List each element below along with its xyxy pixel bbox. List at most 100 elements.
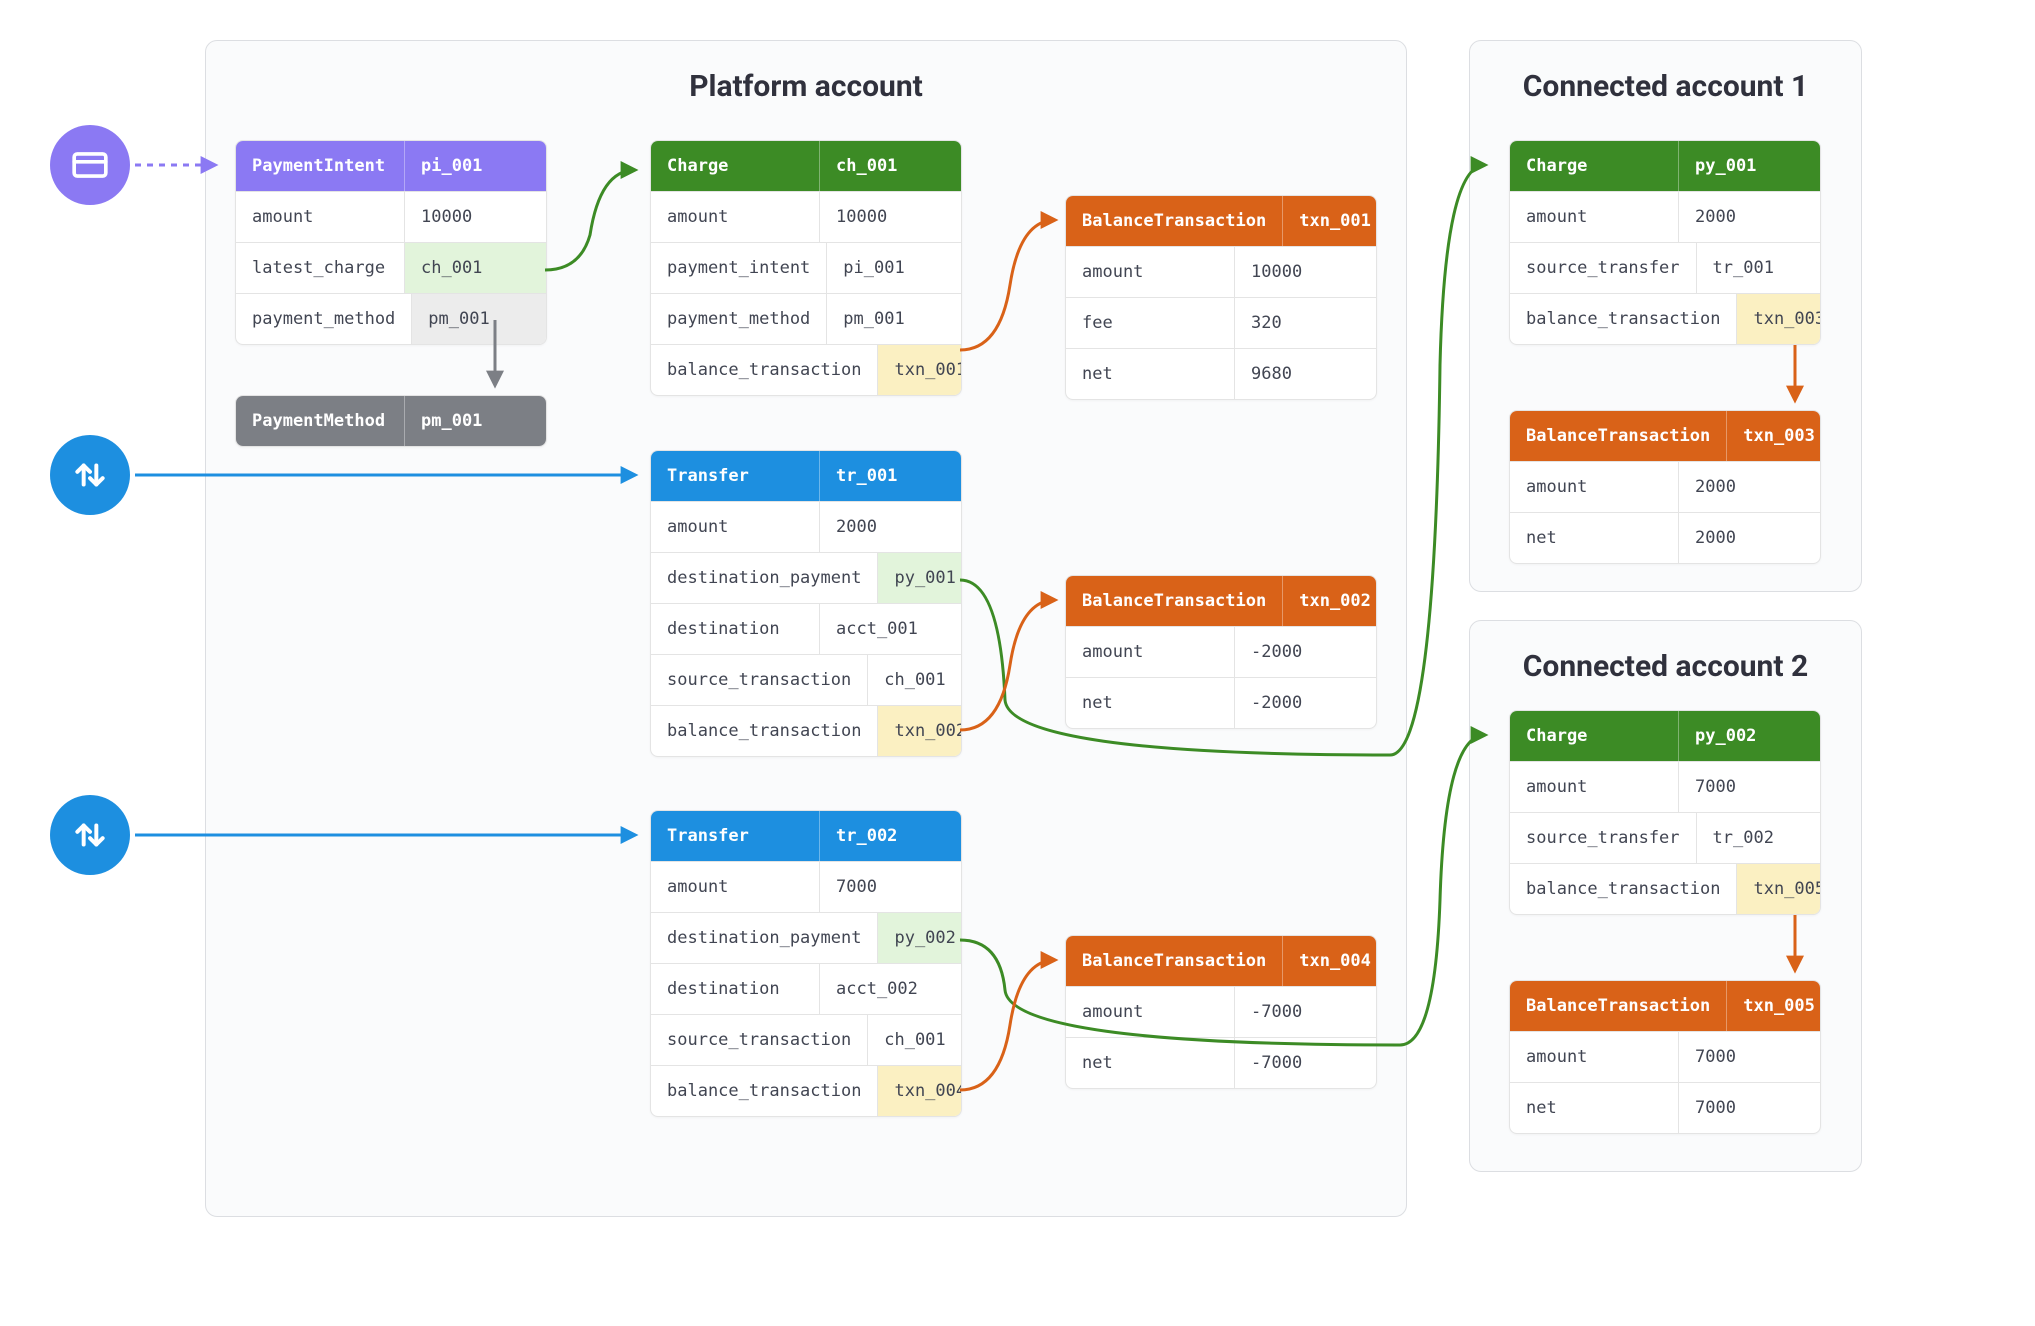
row-value: 2000 xyxy=(819,502,961,552)
row-value: py_002 xyxy=(877,913,962,963)
object-id: pi_001 xyxy=(404,141,546,191)
row-value: ch_001 xyxy=(404,243,546,293)
object-row: fee320 xyxy=(1066,297,1376,348)
row-value: 2000 xyxy=(1678,513,1820,563)
row-key: net xyxy=(1510,513,1678,563)
object-row: amount10000 xyxy=(1066,246,1376,297)
row-value: 7000 xyxy=(1678,762,1820,812)
object-row: payment_intentpi_001 xyxy=(651,242,961,293)
object-row: destination_paymentpy_001 xyxy=(651,552,961,603)
object-row: balance_transactiontxn_005 xyxy=(1510,863,1820,914)
balance-transaction-object: BalanceTransactiontxn_005amount7000net70… xyxy=(1509,980,1821,1134)
row-value: -2000 xyxy=(1234,627,1376,677)
object-type-label: BalanceTransaction xyxy=(1066,576,1282,626)
object-type-label: BalanceTransaction xyxy=(1066,196,1282,246)
object-row: source_transactionch_001 xyxy=(651,1014,961,1065)
object-type-label: Charge xyxy=(1510,141,1678,191)
object-row: balance_transactiontxn_002 xyxy=(651,705,961,756)
charge-object: Chargepy_002amount7000source_transfertr_… xyxy=(1509,710,1821,915)
object-row: amount-2000 xyxy=(1066,626,1376,677)
row-value: 320 xyxy=(1234,298,1376,348)
balance-transaction-object: BalanceTransactiontxn_004amount-7000net-… xyxy=(1065,935,1377,1089)
row-value: -7000 xyxy=(1234,987,1376,1037)
object-id: txn_004 xyxy=(1282,936,1377,986)
row-key: source_transfer xyxy=(1510,243,1696,293)
row-key: balance_transaction xyxy=(1510,294,1736,344)
balance-transaction-object: BalanceTransactiontxn_001amount10000fee3… xyxy=(1065,195,1377,400)
object-id: pm_001 xyxy=(404,396,546,446)
object-row: latest_chargech_001 xyxy=(236,242,546,293)
row-key: destination xyxy=(651,964,819,1014)
row-value: -2000 xyxy=(1234,678,1376,728)
object-type-label: BalanceTransaction xyxy=(1066,936,1282,986)
object-row: balance_transactiontxn_003 xyxy=(1510,293,1820,344)
row-key: amount xyxy=(1066,247,1234,297)
object-type-label: Charge xyxy=(1510,711,1678,761)
row-value: 2000 xyxy=(1678,192,1820,242)
object-id: txn_005 xyxy=(1726,981,1821,1031)
charge-object: Chargepy_001amount2000source_transfertr_… xyxy=(1509,140,1821,345)
object-type-label: PaymentIntent xyxy=(236,141,404,191)
object-row: amount2000 xyxy=(651,501,961,552)
panel-title: Platform account xyxy=(206,69,1406,104)
object-row: amount-7000 xyxy=(1066,986,1376,1037)
card-icon xyxy=(50,125,130,205)
row-value: 7000 xyxy=(1678,1083,1820,1133)
object-row: net-2000 xyxy=(1066,677,1376,728)
row-key: amount xyxy=(1510,192,1678,242)
row-value: -7000 xyxy=(1234,1038,1376,1088)
object-row: balance_transactiontxn_004 xyxy=(651,1065,961,1116)
object-row: destination_paymentpy_002 xyxy=(651,912,961,963)
object-row: net-7000 xyxy=(1066,1037,1376,1088)
row-value: 10000 xyxy=(819,192,961,242)
row-value: tr_001 xyxy=(1696,243,1820,293)
row-key: net xyxy=(1510,1083,1678,1133)
row-key: destination_payment xyxy=(651,913,877,963)
object-row: source_transactionch_001 xyxy=(651,654,961,705)
row-key: payment_method xyxy=(651,294,826,344)
balance-transaction-object: BalanceTransactiontxn_002amount-2000net-… xyxy=(1065,575,1377,729)
row-value: 10000 xyxy=(1234,247,1376,297)
row-value: tr_002 xyxy=(1696,813,1820,863)
object-row: source_transfertr_002 xyxy=(1510,812,1820,863)
object-row: amount10000 xyxy=(651,191,961,242)
row-value: 10000 xyxy=(404,192,546,242)
row-key: balance_transaction xyxy=(651,345,877,395)
object-type-label: PaymentMethod xyxy=(236,396,404,446)
object-id: txn_001 xyxy=(1282,196,1377,246)
row-key: net xyxy=(1066,1038,1234,1088)
row-key: amount xyxy=(1510,1032,1678,1082)
row-key: amount xyxy=(1510,462,1678,512)
object-row: amount7000 xyxy=(1510,761,1820,812)
object-row: net2000 xyxy=(1510,512,1820,563)
row-value: pm_001 xyxy=(411,294,546,344)
row-value: txn_004 xyxy=(877,1066,962,1116)
row-value: 9680 xyxy=(1234,349,1376,399)
object-id: txn_003 xyxy=(1726,411,1821,461)
row-value: ch_001 xyxy=(867,1015,961,1065)
transfer-object: Transfertr_002amount7000destination_paym… xyxy=(650,810,962,1117)
object-row: amount2000 xyxy=(1510,461,1820,512)
row-key: balance_transaction xyxy=(651,1066,877,1116)
balance-transaction-object: BalanceTransactiontxn_003amount2000net20… xyxy=(1509,410,1821,564)
payment-method-object: PaymentMethodpm_001 xyxy=(235,395,547,447)
transfer-icon xyxy=(50,795,130,875)
row-key: amount xyxy=(1066,987,1234,1037)
row-value: pi_001 xyxy=(826,243,961,293)
row-key: amount xyxy=(1510,762,1678,812)
row-key: balance_transaction xyxy=(651,706,877,756)
row-value: acct_002 xyxy=(819,964,961,1014)
object-row: balance_transactiontxn_001 xyxy=(651,344,961,395)
row-key: payment_method xyxy=(236,294,411,344)
object-row: amount7000 xyxy=(651,861,961,912)
row-value: acct_001 xyxy=(819,604,961,654)
object-type-label: Transfer xyxy=(651,451,819,501)
row-key: source_transfer xyxy=(1510,813,1696,863)
row-value: txn_005 xyxy=(1736,864,1821,914)
row-key: amount xyxy=(651,502,819,552)
object-id: py_001 xyxy=(1678,141,1820,191)
row-value: 7000 xyxy=(1678,1032,1820,1082)
object-type-label: Transfer xyxy=(651,811,819,861)
row-key: destination_payment xyxy=(651,553,877,603)
row-key: latest_charge xyxy=(236,243,404,293)
